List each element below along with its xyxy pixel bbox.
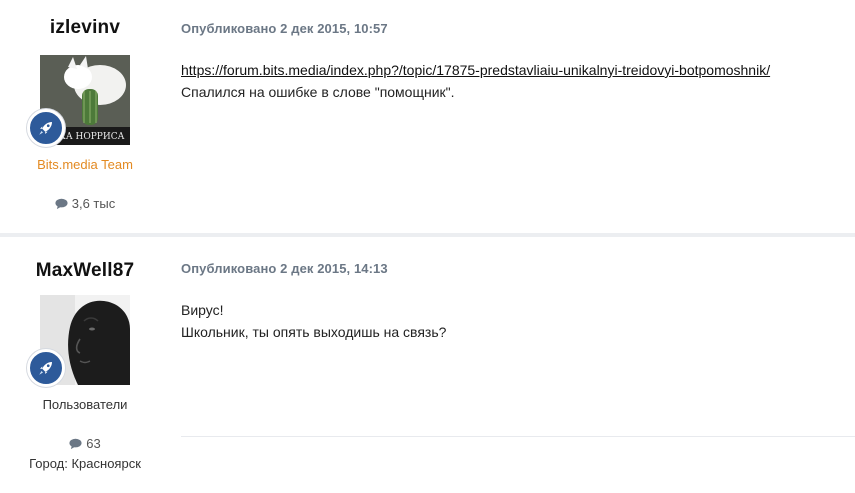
post-date[interactable]: Опубликовано 2 дек 2015, 10:57 <box>181 21 388 36</box>
comment-icon <box>69 438 82 449</box>
post-count[interactable]: 3,6 тыс <box>0 196 170 211</box>
post-content: https://forum.bits.media/index.php?/topi… <box>181 59 770 103</box>
post-text-line: Школьник, ты опять выходишь на связь? <box>181 324 447 340</box>
rocket-icon <box>39 122 52 135</box>
author-name[interactable]: izlevinv <box>0 17 170 39</box>
forum-post: izlevinv ЯКА НОРРИСА Bits.media Team 3,6… <box>0 0 855 236</box>
rocket-icon <box>39 362 52 375</box>
user-city: Город: Красноярск <box>29 456 141 471</box>
post-count[interactable]: 63 <box>0 436 170 451</box>
post-text-line: Вирус! <box>181 302 224 318</box>
forum-post: MaxWell87 Пользователи 63 Город: Красноя… <box>0 236 855 493</box>
avatar[interactable]: ЯКА НОРРИСА <box>27 55 130 147</box>
user-group-label: Bits.media Team <box>37 157 133 172</box>
post-count-value: 63 <box>86 436 101 451</box>
avatar[interactable] <box>27 295 130 387</box>
user-group-label: Пользователи <box>42 397 128 412</box>
post-count-value: 3,6 тыс <box>71 196 116 211</box>
post-date[interactable]: Опубликовано 2 дек 2015, 14:13 <box>181 261 388 276</box>
post-content: Вирус! Школьник, ты опять выходишь на св… <box>181 299 446 343</box>
comment-icon <box>55 198 68 209</box>
topic-link[interactable]: https://forum.bits.media/index.php?/topi… <box>181 62 770 78</box>
post-text: Спалился на ошибке в слове "помощник". <box>181 84 455 100</box>
rank-badge <box>27 109 65 147</box>
author-name-link[interactable]: MaxWell87 <box>36 260 135 281</box>
post-footer-divider <box>181 436 855 437</box>
author-name[interactable]: MaxWell87 <box>0 260 170 282</box>
rank-badge <box>27 349 65 387</box>
author-name-link[interactable]: izlevinv <box>50 17 120 38</box>
